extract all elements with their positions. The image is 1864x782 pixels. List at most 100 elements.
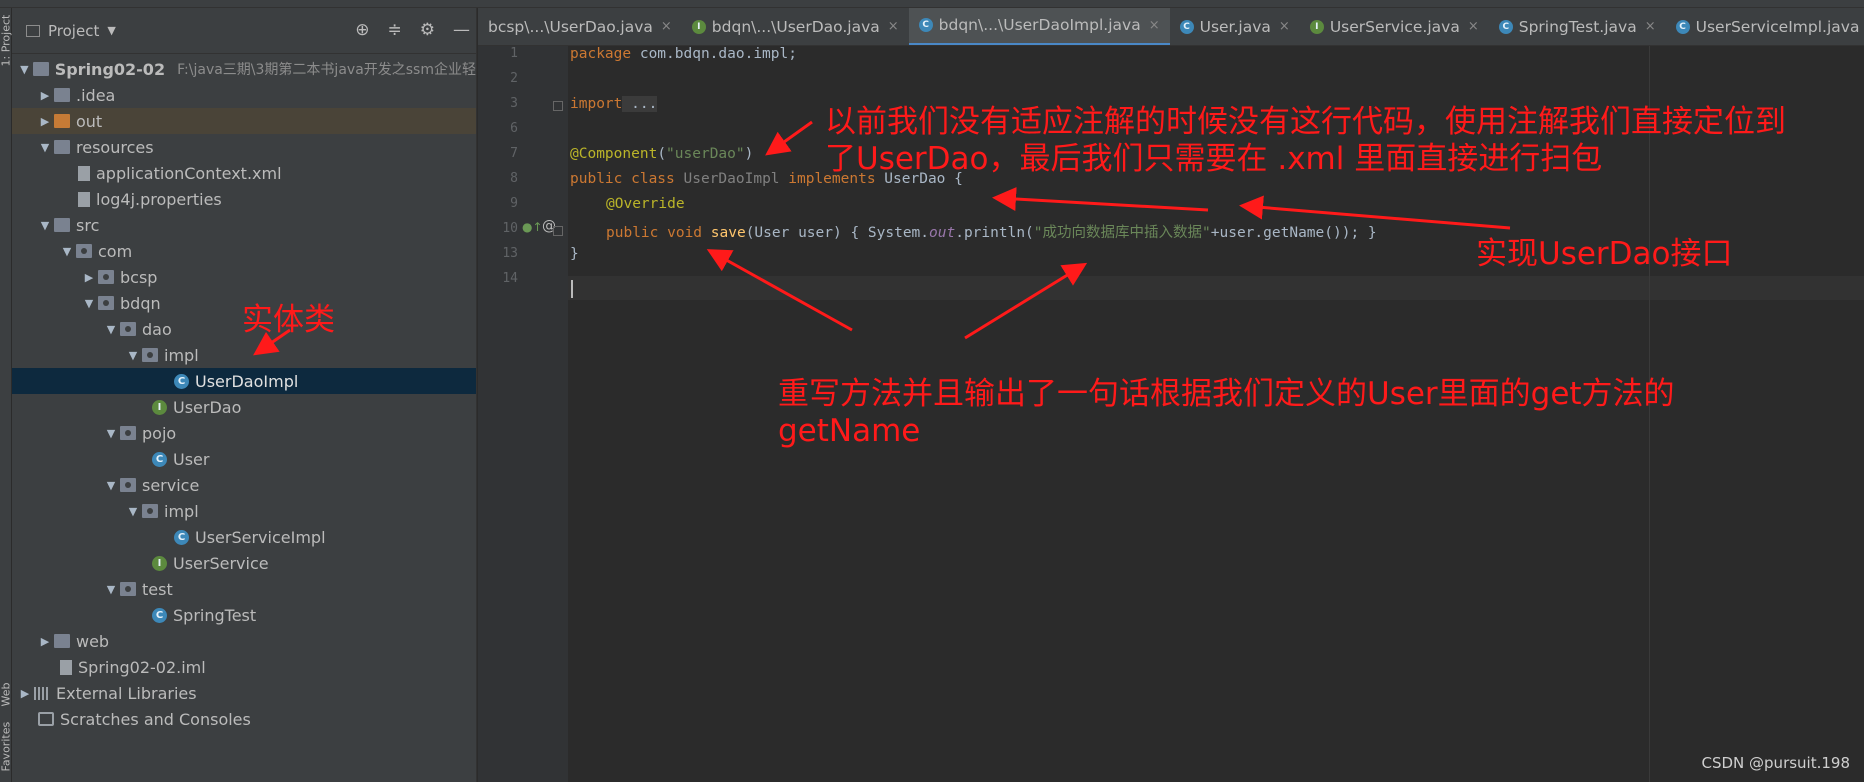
line-number: 9	[510, 196, 518, 211]
tree-item-userservice[interactable]: I UserService	[12, 550, 476, 576]
tree-item-userserviceimpl[interactable]: C UserServiceImpl	[12, 524, 476, 550]
close-icon[interactable]: ×	[1468, 19, 1479, 34]
tree-item-userdao[interactable]: I UserDao	[12, 394, 476, 420]
expanded-arrow-icon[interactable]: ▼	[124, 349, 142, 362]
gear-icon[interactable]: ⚙	[420, 20, 435, 40]
chevron-down-icon[interactable]: ▼	[107, 24, 115, 37]
scratches-icon	[38, 712, 54, 726]
expanded-arrow-icon[interactable]: ▼	[80, 297, 98, 310]
tree-item-label: UserDaoImpl	[195, 371, 299, 391]
project-tool-button[interactable]: 1: Project	[0, 15, 13, 67]
tree-item-web[interactable]: ▶ web	[12, 628, 476, 654]
tree-item-external-libraries[interactable]: ▶ External Libraries	[12, 680, 476, 706]
target-icon[interactable]: ⊕	[355, 20, 369, 40]
collapsed-arrow-icon[interactable]: ▶	[36, 635, 54, 648]
tree-item-log4j[interactable]: log4j.properties	[12, 186, 476, 212]
tab-user[interactable]: C User.java ×	[1170, 8, 1300, 45]
tab-userserviceimpl[interactable]: C UserServiceImpl.java ×	[1666, 8, 1864, 45]
folded-imports[interactable]: ...	[622, 96, 658, 112]
tab-bdqn-userdaoimpl[interactable]: C bdqn\...\UserDaoImpl.java ×	[908, 8, 1170, 45]
line-number: 1	[510, 46, 518, 61]
expanded-arrow-icon[interactable]: ▼	[102, 323, 120, 336]
tab-springtest[interactable]: C SpringTest.java ×	[1489, 8, 1666, 45]
fold-icon[interactable]	[553, 226, 563, 236]
xml-file-icon	[78, 165, 90, 181]
tree-item-label: web	[76, 631, 110, 651]
tree-item-label: com	[98, 241, 133, 261]
tree-item-scratches[interactable]: Scratches and Consoles	[12, 706, 476, 732]
tree-item-label: SpringTest	[173, 605, 257, 625]
expanded-arrow-icon[interactable]: ▼	[102, 479, 120, 492]
package-icon	[120, 582, 136, 596]
editor-tab-bar: bcsp\...\UserDao.java × I bdqn\...\UserD…	[478, 8, 1864, 46]
close-icon[interactable]: ×	[888, 19, 899, 34]
module-path: F:\java三期\3期第二本书java开发之ssm企业轻	[177, 62, 476, 78]
collapsed-arrow-icon[interactable]: ▶	[36, 115, 54, 128]
line-number: 3	[510, 96, 518, 111]
tab-bdqn-userdao[interactable]: I bdqn\...\UserDao.java ×	[682, 8, 909, 45]
fold-icon[interactable]	[553, 101, 563, 111]
left-tool-strip: 1: Project Web Favorites	[0, 8, 13, 782]
resources-folder-icon	[54, 140, 70, 154]
tree-item-label: Spring02-02.iml	[78, 657, 206, 677]
expanded-arrow-icon[interactable]: ▼	[58, 245, 76, 258]
collapsed-arrow-icon[interactable]: ▶	[16, 687, 34, 700]
collapsed-arrow-icon[interactable]: ▶	[36, 89, 54, 102]
tab-bcsp-userdao[interactable]: bcsp\...\UserDao.java ×	[478, 8, 682, 45]
project-title: Project	[48, 21, 100, 40]
tree-item-idea[interactable]: ▶ .idea	[12, 82, 476, 108]
package-icon	[142, 504, 158, 518]
collapsed-arrow-icon[interactable]: ▶	[80, 271, 98, 284]
interface-icon: I	[152, 399, 167, 415]
annotation-top-line-2: 了UserDao，最后我们只需要在 .xml 里面直接进行扫包	[825, 141, 1603, 178]
expanded-arrow-icon[interactable]: ▼	[102, 427, 120, 440]
minimize-icon[interactable]: —	[453, 20, 470, 40]
tree-item-resources[interactable]: ▼ resources	[12, 134, 476, 160]
expanded-arrow-icon[interactable]: ▼	[124, 505, 142, 518]
tree-item-label: bcsp	[120, 267, 158, 287]
tree-item-com[interactable]: ▼ com	[12, 238, 476, 264]
tree-item-bcsp[interactable]: ▶ bcsp	[12, 264, 476, 290]
tree-item-service-impl[interactable]: ▼ impl	[12, 498, 476, 524]
tree-item-out[interactable]: ▶ out	[12, 108, 476, 134]
tree-item-label: External Libraries	[56, 683, 197, 703]
tree-item-label: UserService	[173, 553, 269, 573]
close-icon[interactable]: ×	[1149, 18, 1160, 33]
tab-userservice[interactable]: I UserService.java ×	[1300, 8, 1489, 45]
package-icon	[98, 296, 114, 310]
tree-item-springtest[interactable]: C SpringTest	[12, 602, 476, 628]
tree-item-label: test	[142, 579, 173, 599]
project-panel: Project ▼ ⊕ ≑ ⚙ — ▼ Spring02-02 F:\java三…	[12, 8, 477, 782]
tree-item-src[interactable]: ▼ src	[12, 212, 476, 238]
tree-item-label: Scratches and Consoles	[60, 709, 251, 729]
annotation-top: 以前我们没有适应注解的时候没有这行代码，使用注解我们直接定位到 了UserDao…	[825, 104, 1786, 178]
collapse-icon[interactable]: ≑	[388, 20, 402, 40]
tree-item-pojo[interactable]: ▼ pojo	[12, 420, 476, 446]
close-icon[interactable]: ×	[1279, 19, 1290, 34]
code-line-1: package com.bdqn.dao.impl;	[570, 46, 797, 62]
implements-gutter-icon[interactable]: ●↑	[522, 220, 543, 234]
tree-item-user[interactable]: C User	[12, 446, 476, 472]
tree-item-service[interactable]: ▼ service	[12, 472, 476, 498]
tree-item-spring02-02[interactable]: ▼ Spring02-02 F:\java三期\3期第二本书java开发之ssm…	[12, 56, 476, 82]
tree-item-label: UserServiceImpl	[195, 527, 326, 547]
top-toolbar-strip	[0, 0, 1864, 8]
favorites-tool-button[interactable]: Favorites	[0, 722, 13, 772]
tab-label: bdqn\...\UserDaoImpl.java	[938, 16, 1141, 34]
tree-item-test[interactable]: ▼ test	[12, 576, 476, 602]
tree-item-iml[interactable]: Spring02-02.iml	[12, 654, 476, 680]
expanded-arrow-icon[interactable]: ▼	[16, 63, 33, 76]
tree-item-dao-impl[interactable]: ▼ impl	[12, 342, 476, 368]
code-keyword: public void	[606, 225, 703, 241]
web-tool-button[interactable]: Web	[0, 683, 13, 707]
tree-item-userdaoimpl[interactable]: C UserDaoImpl	[12, 368, 476, 394]
tree-item-applicationcontext[interactable]: applicationContext.xml	[12, 160, 476, 186]
expanded-arrow-icon[interactable]: ▼	[36, 141, 54, 154]
class-icon: C	[1675, 19, 1690, 34]
expanded-arrow-icon[interactable]: ▼	[36, 219, 54, 232]
close-icon[interactable]: ×	[661, 19, 672, 34]
close-icon[interactable]: ×	[1645, 19, 1656, 34]
code-text: (User user) { System.	[745, 225, 930, 241]
expanded-arrow-icon[interactable]: ▼	[102, 583, 120, 596]
tab-label: UserService.java	[1329, 17, 1460, 36]
